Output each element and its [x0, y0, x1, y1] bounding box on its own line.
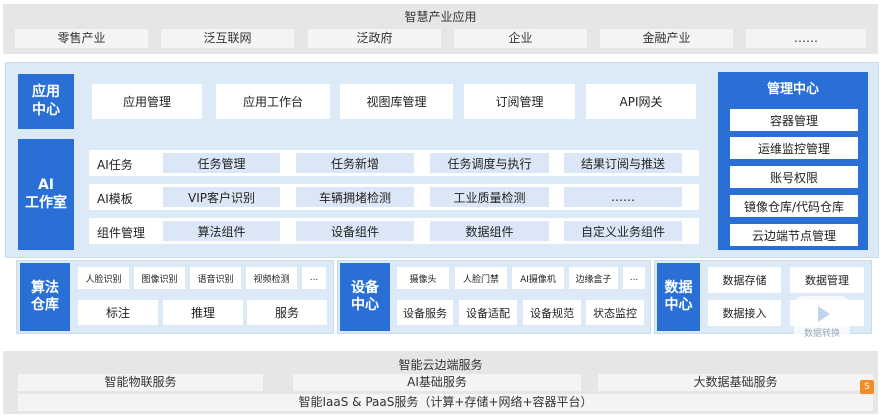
iaas-paas-footer: 智能IaaS & PaaS服务（计算+存储+网络+容器平台） [18, 394, 873, 411]
service-item: AI基础服务 [293, 374, 581, 391]
industry-apps-panel: 智慧产业应用 零售产业 泛互联网 泛政府 企业 金融产业 …… [3, 4, 878, 54]
ai-row-item: VIP客户识别 [163, 187, 280, 207]
device-top-item: 边缘盒子 [569, 267, 618, 289]
ai-row-item: …… [564, 187, 682, 207]
ai-row-item: 自定义业务组件 [564, 221, 682, 241]
app-center-item: 视图库管理 [340, 84, 453, 119]
mgmt-center-item: 容器管理 [730, 109, 858, 131]
app-center-label: 应用 中心 [18, 74, 74, 129]
algo-repo-label: 算法 仓库 [20, 263, 70, 331]
industry-item: 零售产业 [15, 29, 148, 48]
mgmt-center-item: 运维监控管理 [730, 137, 858, 159]
ai-row-item: 工业质量检测 [430, 187, 549, 207]
ai-row-item: 结果订阅与推送 [564, 153, 682, 173]
service-item: 智能物联服务 [18, 374, 263, 391]
cloud-edge-services-panel: 智能云边端服务 智能物联服务 AI基础服务 大数据基础服务 智能IaaS & P… [3, 351, 878, 414]
device-bottom-item: 设备服务 [397, 300, 453, 325]
data-center-item: 数据存储 [708, 267, 781, 293]
corner-badge-icon: S [860, 380, 874, 394]
industry-item: …… [746, 29, 866, 48]
service-item: 大数据基础服务 [598, 374, 873, 391]
device-top-item: 人脸门禁 [455, 267, 507, 289]
data-center-item: 数据管理 [790, 267, 864, 293]
app-center-item: 订阅管理 [464, 84, 575, 119]
ai-row-item: 设备组件 [296, 221, 414, 241]
ai-row-label: AI任务 [97, 158, 133, 172]
mgmt-center-item: 账号权限 [730, 166, 858, 188]
algo-top-item: ... [302, 267, 326, 289]
device-top-item: ... [623, 267, 645, 289]
industry-item: 企业 [454, 29, 587, 48]
app-center-item: API网关 [586, 84, 696, 119]
ai-row-item: 车辆拥堵检测 [296, 187, 414, 207]
industry-item: 泛政府 [308, 29, 441, 48]
industry-item: 金融产业 [600, 29, 733, 48]
device-top-item: 摄像头 [397, 267, 449, 289]
mgmt-center-title: 管理中心 [766, 82, 819, 97]
industry-item: 泛互联网 [161, 29, 294, 48]
device-center-label: 设备 中心 [340, 263, 390, 331]
data-center-item: 数据接入 [708, 300, 781, 326]
ai-studio-label: AI 工作室 [18, 139, 74, 250]
algo-bottom-item: 服务 [247, 300, 327, 325]
device-bottom-item: 状态监控 [586, 300, 644, 325]
industry-apps-title: 智慧产业应用 [404, 10, 477, 24]
algo-bottom-item: 标注 [78, 300, 158, 325]
data-center-label: 数据 中心 [657, 263, 700, 331]
algo-top-item: 人脸识别 [78, 267, 129, 289]
mgmt-center-item: 云边端节点管理 [730, 224, 858, 246]
ai-row-item: 任务管理 [163, 153, 280, 173]
algo-top-item: 语音识别 [190, 267, 241, 289]
ai-row-item: 任务新增 [296, 153, 414, 173]
ai-row-item: 数据组件 [430, 221, 549, 241]
ai-row-label: AI模板 [97, 192, 133, 206]
ai-row-item: 算法组件 [163, 221, 280, 241]
algo-bottom-item: 推理 [163, 300, 243, 325]
watermark-text: 数据转换 [803, 328, 840, 339]
app-center-item: 应用工作台 [216, 84, 330, 119]
algo-top-item: 视频检测 [246, 267, 297, 289]
ai-row-label: 组件管理 [97, 226, 146, 240]
watermark-overlay: 数据转换 [794, 296, 850, 348]
cloud-edge-services-title: 智能云边端服务 [398, 358, 483, 372]
device-bottom-item: 设备规范 [523, 300, 581, 325]
algo-top-item: 图像识别 [134, 267, 185, 289]
mgmt-center-item: 镜像仓库/代码仓库 [730, 195, 858, 217]
app-center-item: 应用管理 [92, 84, 202, 119]
play-icon [818, 305, 830, 322]
device-top-item: AI摄像机 [512, 267, 564, 289]
ai-row-item: 任务调度与执行 [430, 153, 549, 173]
device-bottom-item: 设备适配 [459, 300, 517, 325]
